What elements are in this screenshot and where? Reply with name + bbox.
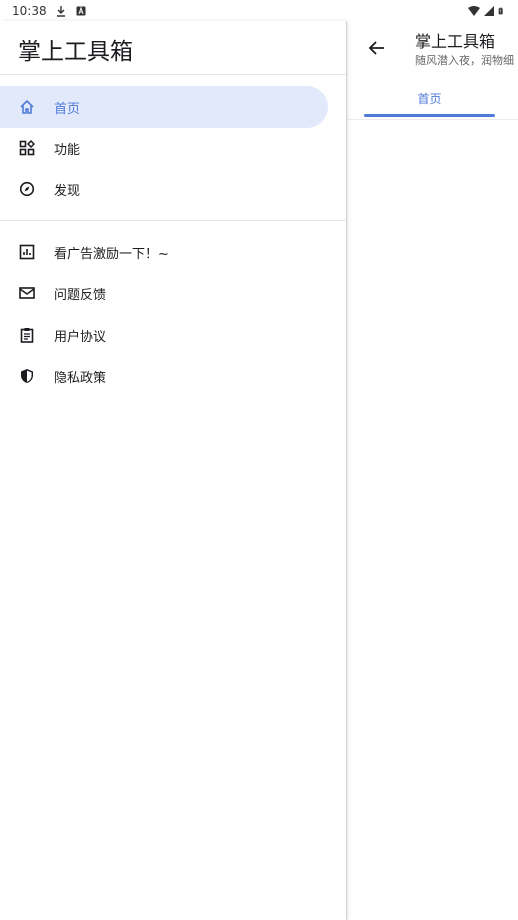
nav-item-label: 看广告激励一下！~ (54, 246, 169, 262)
home-icon (18, 98, 36, 116)
nav-item-features[interactable]: 功能 (0, 127, 328, 169)
app-subtitle: 随风潜入夜，润物细 (415, 54, 514, 67)
back-button[interactable] (365, 36, 389, 60)
drawer-header: 掌上工具箱 (18, 39, 133, 65)
tab-row: 首页 (347, 79, 518, 120)
status-right (468, 5, 506, 17)
app-title: 掌上工具箱 (415, 32, 496, 51)
nav-item-label: 功能 (54, 142, 81, 158)
mail-icon (18, 284, 36, 302)
nav-item-label: 问题反馈 (54, 287, 107, 303)
nav-item-watch-ad[interactable]: 看广告激励一下！~ (0, 231, 328, 273)
nav-item-feedback[interactable]: 问题反馈 (0, 272, 328, 314)
signal-icon (484, 5, 494, 16)
app-bar: 掌上工具箱 随风潜入夜，润物细 (347, 21, 518, 74)
tab-indicator (364, 114, 495, 117)
nav-item-label: 用户协议 (54, 329, 107, 345)
app-screen: 掌上工具箱 随风潜入夜，润物细 首页 (346, 21, 518, 920)
widgets-icon (18, 139, 36, 157)
shield-icon (18, 367, 36, 385)
compass-icon (18, 180, 36, 198)
tab-home[interactable]: 首页 (364, 79, 495, 117)
nav-item-user-agreement[interactable]: 用户协议 (0, 314, 328, 356)
status-left: 10:38 (12, 4, 87, 18)
download-icon (56, 5, 65, 17)
chart-icon (18, 243, 36, 261)
drawer-divider-top (0, 74, 346, 75)
notification-a-icon (76, 5, 86, 15)
navigation-drawer: 掌上工具箱 首页 功能 发现 看广告激励一下！~ 问题反馈 用户协议 隐私政策 (0, 21, 346, 920)
status-time: 10:38 (12, 3, 47, 18)
nav-item-label: 发现 (54, 183, 81, 199)
nav-item-home[interactable]: 首页 (0, 86, 328, 128)
nav-item-privacy-policy[interactable]: 隐私政策 (0, 355, 328, 397)
nav-item-discover[interactable]: 发现 (0, 168, 328, 210)
drawer-divider-middle (0, 220, 346, 221)
clipboard-icon (18, 326, 36, 344)
wifi-icon (468, 5, 480, 16)
status-bar: 10:38 (0, 0, 518, 21)
nav-item-label: 首页 (54, 101, 81, 117)
back-arrow-icon (368, 41, 384, 55)
nav-item-label: 隐私政策 (54, 370, 107, 386)
battery-icon (498, 7, 503, 14)
